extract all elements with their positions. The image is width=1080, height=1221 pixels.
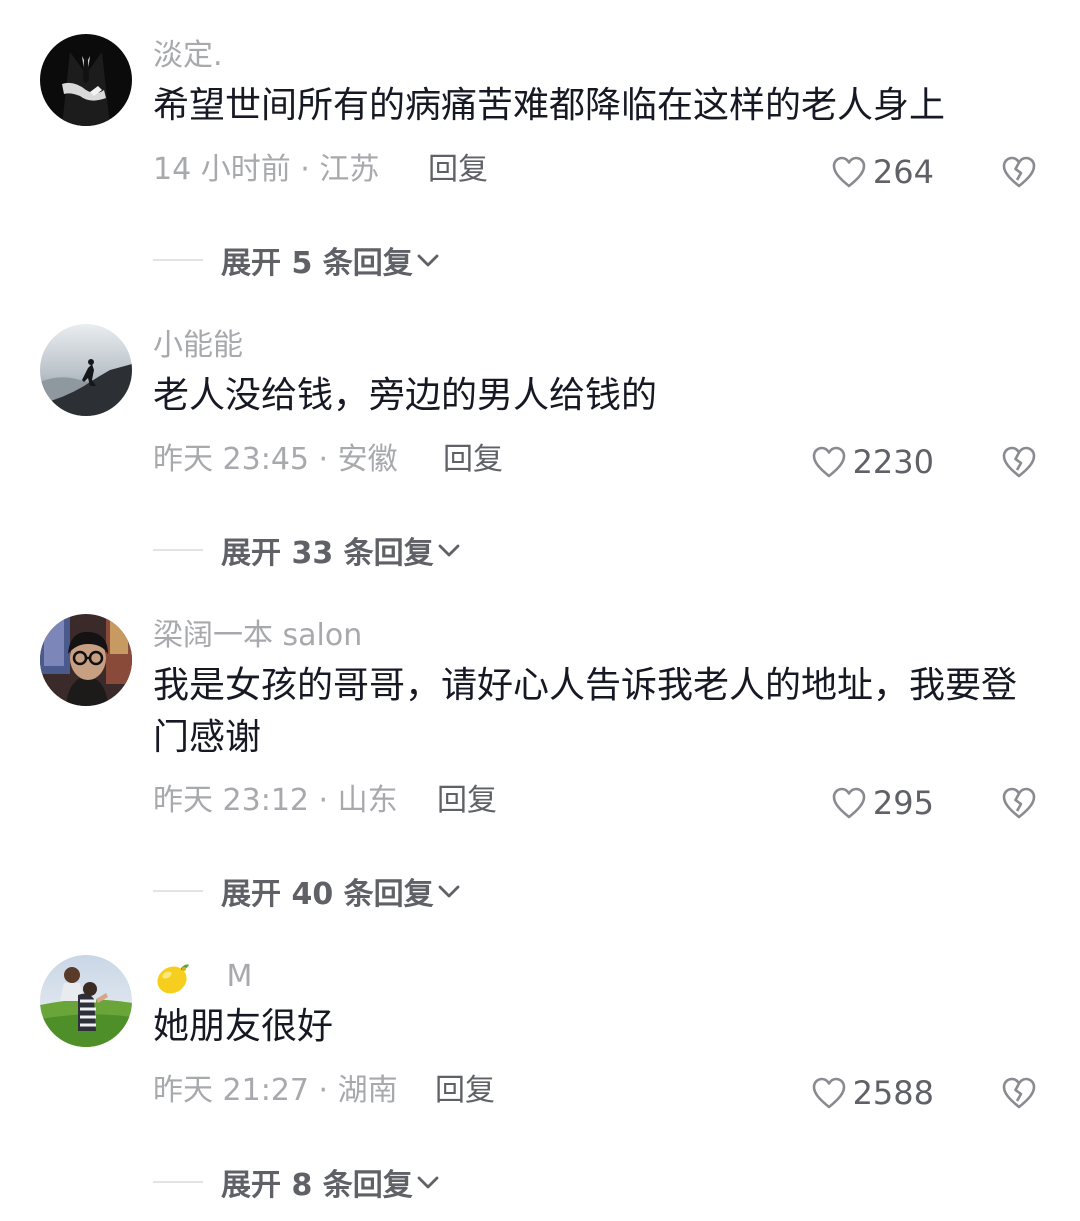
expand-replies-label: 展开 5 条回复 (221, 246, 413, 281)
like-count: 264 (872, 153, 934, 191)
reply-button[interactable]: 回复 (443, 440, 503, 480)
comment-item: 淡定. 希望世间所有的病痛苦难都降临在这样的老人身上 14 小时前 · 江苏 回… (0, 0, 1080, 290)
grass-field-avatar-icon (40, 955, 132, 1047)
comment-item: 梁阔一本 salon 我是女孩的哥哥，请好心人告诉我老人的地址，我要登门感谢 昨… (0, 580, 1080, 912)
heart-outline-icon (832, 787, 866, 819)
comment-item: 小能能 老人没给钱，旁边的男人给钱的 昨天 23:45 · 安徽 回复 2230… (0, 290, 1080, 580)
username[interactable]: 小能能 (153, 326, 243, 366)
username[interactable]: 淡定. (153, 36, 223, 76)
reply-button[interactable]: 回复 (437, 781, 497, 821)
suit-man-avatar-icon (40, 34, 132, 126)
expand-divider (153, 549, 203, 551)
comment-meta: 昨天 23:45 · 安徽 (153, 442, 398, 477)
dislike-button[interactable] (1000, 1075, 1038, 1111)
like-count: 295 (872, 784, 934, 822)
expand-replies-button[interactable]: 展开 5 条回复 (153, 240, 441, 281)
reply-button[interactable]: 回复 (428, 150, 488, 190)
comment-text: 老人没给钱，旁边的男人给钱的 (153, 375, 658, 416)
man-with-glasses-avatar-icon (40, 614, 132, 706)
expand-replies-label: 展开 40 条回复 (221, 877, 434, 912)
comment-text: 她朋友很好 (153, 1006, 334, 1047)
expand-divider (153, 890, 203, 892)
expand-replies-button[interactable]: 展开 40 条回复 (153, 871, 462, 912)
like-count: 2230 (852, 443, 934, 481)
dislike-button[interactable] (1000, 785, 1038, 821)
reply-button[interactable]: 回复 (435, 1071, 495, 1111)
username-text: M (226, 959, 253, 994)
expand-replies-button[interactable]: 展开 33 条回复 (153, 530, 462, 571)
expand-replies-label: 展开 33 条回复 (221, 536, 434, 571)
broken-heart-icon (1002, 446, 1036, 478)
like-button[interactable]: 264 (831, 152, 934, 192)
avatar[interactable] (40, 614, 132, 706)
expand-divider (153, 1181, 203, 1183)
username[interactable]: M (153, 957, 252, 997)
expand-replies-button[interactable]: 展开 8 条回复 (153, 1162, 441, 1203)
like-button[interactable]: 2230 (811, 442, 934, 482)
chevron-down-icon (438, 544, 460, 557)
avatar[interactable] (40, 955, 132, 1047)
comment-meta: 昨天 21:27 · 湖南 (153, 1073, 398, 1108)
avatar[interactable] (40, 324, 132, 416)
expand-replies-label: 展开 8 条回复 (221, 1168, 413, 1203)
comment-text: 我是女孩的哥哥，请好心人告诉我老人的地址，我要登门感谢 (153, 665, 1018, 758)
heart-outline-icon (832, 156, 866, 188)
avatar[interactable] (40, 34, 132, 126)
comment-item: M 她朋友很好 昨天 21:27 · 湖南 回复 2588 展开 8 条回复 (0, 921, 1080, 1211)
comment-meta: 14 小时前 · 江苏 (153, 152, 380, 187)
mountain-silhouette-avatar-icon (40, 324, 132, 416)
dislike-button[interactable] (1000, 154, 1038, 190)
heart-outline-icon (812, 446, 845, 478)
chevron-down-icon (438, 885, 460, 898)
heart-outline-icon (812, 1077, 845, 1109)
broken-heart-icon (1002, 156, 1036, 188)
username[interactable]: 梁阔一本 salon (153, 616, 362, 656)
expand-divider (153, 259, 203, 261)
like-button[interactable]: 2588 (811, 1073, 934, 1113)
chevron-down-icon (417, 1176, 439, 1189)
comment-text: 希望世间所有的病痛苦难都降临在这样的老人身上 (153, 85, 946, 126)
broken-heart-icon (1002, 787, 1036, 819)
like-button[interactable]: 295 (831, 783, 934, 823)
like-count: 2588 (852, 1074, 934, 1112)
comment-meta: 昨天 23:12 · 山东 (153, 783, 398, 818)
lemon-icon (157, 963, 189, 993)
broken-heart-icon (1002, 1077, 1036, 1109)
chevron-down-icon (417, 254, 439, 267)
dislike-button[interactable] (1000, 444, 1038, 480)
